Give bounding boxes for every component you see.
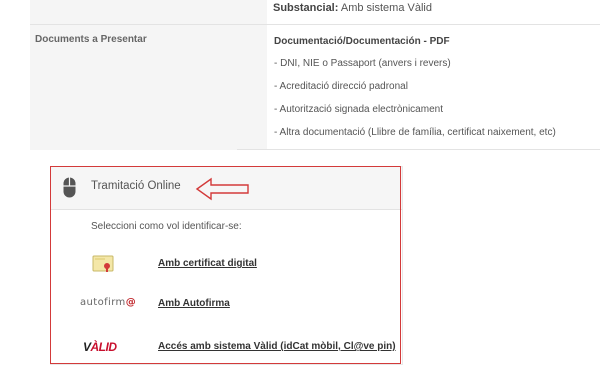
mouse-icon	[63, 177, 76, 198]
info-label-cell	[30, 0, 267, 24]
valid-logo-v: V	[83, 340, 91, 354]
identification-prompt: Seleccioni como vol identificar-se:	[91, 221, 242, 232]
substancial-label: Substancial:	[273, 2, 339, 14]
divider	[237, 149, 600, 150]
autofirma-logo-text: autofirm	[80, 297, 126, 308]
certificate-login-link[interactable]: Amb certificat digital	[158, 258, 257, 269]
valid-login-link[interactable]: Accés amb sistema Vàlid (idCat mòbil, Cl…	[158, 341, 396, 352]
valid-logo-rest: ÀLID	[90, 340, 118, 354]
valid-logo: VÀLID	[83, 340, 117, 354]
substancial-text: Substancial: Amb sistema Vàlid	[273, 2, 432, 14]
documents-title: Documentació/Documentación - PDF	[274, 36, 450, 47]
substancial-value: Amb sistema Vàlid	[340, 2, 432, 14]
info-row-substancial: Substancial: Amb sistema Vàlid	[30, 0, 600, 25]
autofirma-logo-at: @	[125, 297, 137, 308]
autofirma-logo: autofirm@	[80, 297, 136, 308]
info-row-documents: Documents a Presentar Documentació/Docum…	[30, 25, 600, 150]
info-label-cell: Documents a Presentar	[30, 25, 267, 150]
panel-title: Tramitació Online	[91, 180, 181, 192]
document-item: - Autorització signada electrònicament	[274, 104, 443, 115]
document-item: - Acreditació direcció padronal	[274, 81, 408, 92]
document-item: - Altra documentació (Llibre de família,…	[274, 127, 556, 138]
document-item: - DNI, NIE o Passaport (anvers i revers)	[274, 58, 451, 69]
annotation-arrow-icon	[195, 177, 249, 201]
documents-label: Documents a Presentar	[35, 34, 147, 45]
certificate-icon	[92, 255, 114, 272]
autofirma-login-link[interactable]: Amb Autofirma	[158, 298, 230, 309]
